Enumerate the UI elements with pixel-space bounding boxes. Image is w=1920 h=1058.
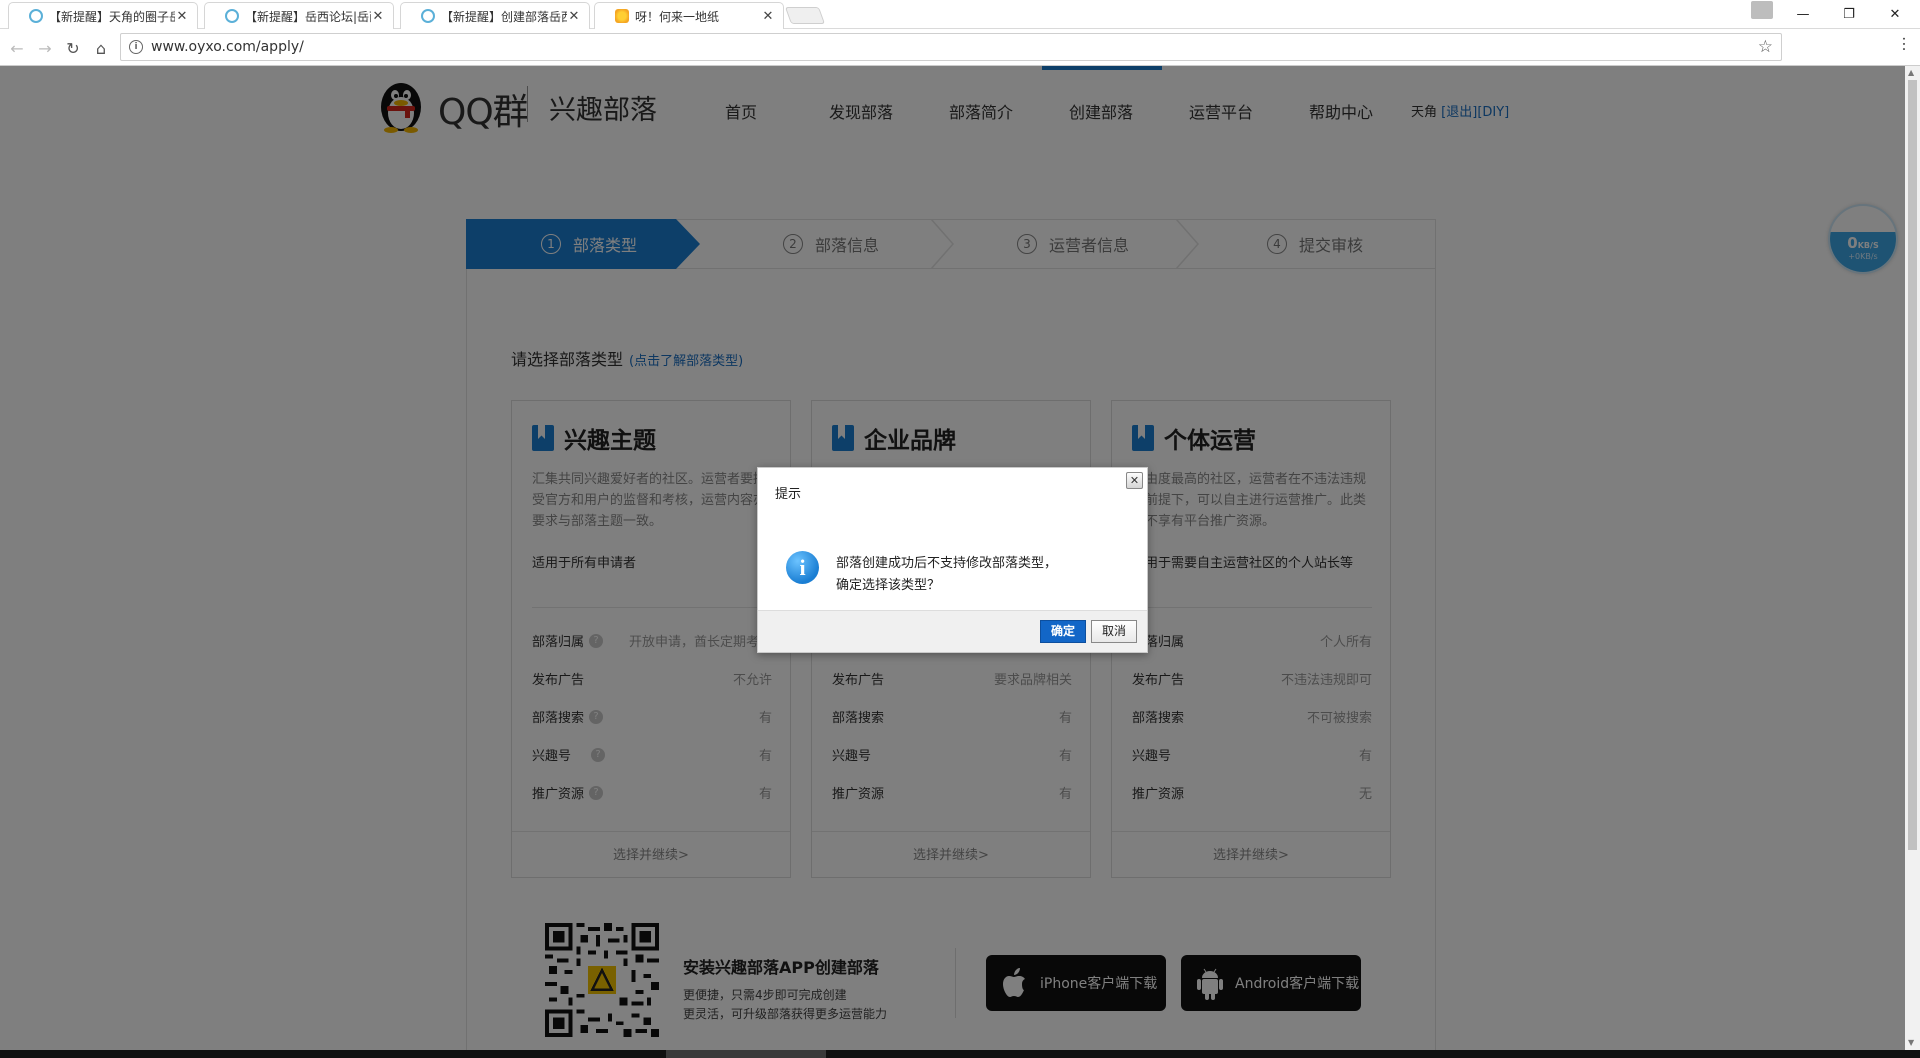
browser-menu-icon[interactable]: ⋯: [1895, 36, 1914, 52]
bookmark-star-icon[interactable]: ☆: [1758, 37, 1773, 57]
confirm-button[interactable]: 确定: [1040, 620, 1086, 643]
os-taskbar: [0, 1050, 1920, 1058]
tab-title: 【新提醒】天角的圈子岳: [49, 9, 175, 24]
browser-tab-active[interactable]: 【新提醒】创建部落岳西 ✕: [400, 2, 590, 29]
dialog-message-line-2: 确定选择该类型？: [836, 578, 941, 593]
site-favicon-icon: [421, 9, 435, 23]
tab-title: 【新提醒】岳西论坛|岳西: [245, 9, 371, 24]
dialog-footer: 确定 取消: [758, 610, 1147, 652]
browser-tab-strip: 【新提醒】天角的圈子岳 ✕ 【新提醒】岳西论坛|岳西 ✕ 【新提醒】创建部落岳西…: [0, 0, 1920, 29]
window-close-icon[interactable]: ✕: [1872, 0, 1918, 28]
browser-tab[interactable]: 【新提醒】岳西论坛|岳西 ✕: [204, 2, 394, 29]
url-text: www.oyxo.com/apply/: [151, 39, 304, 55]
forward-icon[interactable]: →: [34, 37, 56, 59]
dialog-title: 提示: [775, 487, 802, 502]
profile-icon[interactable]: [1751, 1, 1773, 19]
site-info-icon[interactable]: i: [129, 40, 143, 54]
scroll-down-icon[interactable]: ▼: [1908, 1038, 1914, 1047]
browser-tab[interactable]: 呀！何来一地纸 ✕: [594, 2, 784, 29]
minimize-icon[interactable]: —: [1780, 0, 1826, 28]
tab-close-icon[interactable]: ✕: [761, 9, 775, 24]
tab-close-icon[interactable]: ✕: [175, 9, 189, 24]
restore-icon[interactable]: ❐: [1826, 0, 1872, 28]
taskbar-active-item[interactable]: [666, 1050, 826, 1058]
site-favicon-icon: [225, 9, 239, 23]
new-tab-button[interactable]: [784, 7, 826, 24]
site-favicon-icon: [29, 9, 43, 23]
dialog-body: i 部落创建成功后不支持修改部落类型， 确定选择该类型？: [758, 511, 1147, 610]
dialog-message-line-1: 部落创建成功后不支持修改部落类型，: [836, 556, 1058, 571]
dialog-close-icon[interactable]: ✕: [1126, 472, 1143, 489]
tab-close-icon[interactable]: ✕: [371, 9, 385, 24]
reload-icon[interactable]: ↻: [62, 37, 84, 59]
confirm-dialog: 提示 ✕ i 部落创建成功后不支持修改部落类型， 确定选择该类型？ 确定 取消: [757, 467, 1148, 653]
home-icon[interactable]: ⌂: [90, 37, 112, 59]
url-input[interactable]: i www.oyxo.com/apply/ ☆: [120, 33, 1782, 61]
tab-close-icon[interactable]: ✕: [567, 9, 581, 24]
tab-title: 【新提醒】创建部落岳西: [441, 9, 567, 24]
address-toolbar: ← → ↻ ⌂ i www.oyxo.com/apply/ ☆ ⋯: [0, 29, 1920, 66]
back-icon[interactable]: ←: [6, 37, 28, 59]
tab-title: 呀！何来一地纸: [635, 9, 720, 24]
page-scrollbar[interactable]: ▲ ▼: [1905, 66, 1920, 1050]
page-viewport: QQ群 兴趣部落 首页 发现部落 部落简介 创建部落 运营平台 帮助中心 天角 …: [0, 66, 1905, 1050]
scrollbar-thumb[interactable]: [1908, 80, 1917, 850]
info-icon: i: [786, 551, 819, 584]
scroll-up-icon[interactable]: ▲: [1908, 68, 1914, 77]
sun-favicon-icon: [615, 9, 629, 23]
dialog-titlebar: 提示 ✕: [758, 468, 1147, 511]
browser-tab[interactable]: 【新提醒】天角的圈子岳 ✕: [8, 2, 198, 29]
cancel-button[interactable]: 取消: [1091, 620, 1137, 643]
